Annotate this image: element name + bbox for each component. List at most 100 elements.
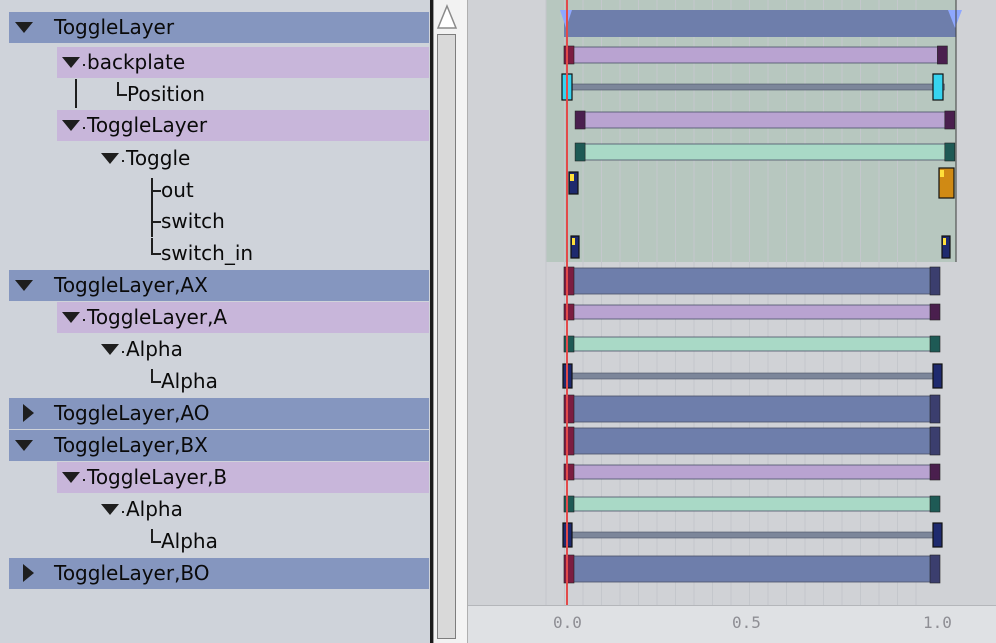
keyframe-value-marker [570,174,574,181]
track-bar [566,464,938,480]
tree-row-label: Alpha [126,497,183,521]
tree-row-label: Position [127,82,205,106]
tree-row-alpha-channel[interactable]: Alpha [9,366,429,397]
tree-row-switch-in[interactable]: switch_in [9,238,429,269]
keyframe-end-handle [929,394,941,424]
track-bar [566,531,938,539]
tree-row-alpha-group[interactable]: Alpha [9,494,429,525]
vertical-scrollbar[interactable] [433,0,460,643]
tree-row-label: ToggleLayer,BX [54,433,208,457]
keyframe-start-handle [563,394,575,424]
tree-row-label: ToggleLayer,BO [54,561,210,585]
expand-arrow-icon[interactable] [62,57,80,68]
tree-row-label: Alpha [161,369,218,393]
tree-connector-dot [122,160,124,162]
tree-row-label: ToggleLayer,AX [54,273,208,297]
tree-row-label: ToggleLayer,B [87,465,228,489]
active-range-region [546,0,956,262]
keyframe-end-handle [944,110,956,130]
keyframe-end-handle [929,463,941,481]
collapse-arrow-icon[interactable] [23,404,34,422]
keyframe-handle [932,73,944,101]
keyframe-end-handle [937,45,948,65]
tree-connector-line [151,238,153,254]
tree-row-label: ToggleLayer,AO [54,401,210,425]
tree-row-togglelayer-bo[interactable]: ToggleLayer,BO [9,558,429,589]
track-bar [577,111,953,129]
tree-row-togglelayer-child[interactable]: ToggleLayer [57,110,429,141]
tree-connector-dot [83,64,85,66]
scroll-thumb[interactable] [437,34,456,639]
tree-row-label: out [161,178,194,202]
tree-row-label: switch_in [161,241,254,265]
keyframe-handle [932,363,943,389]
track-bar [566,46,945,64]
tree-row-label: switch [161,209,225,233]
keyframe-start-handle [563,335,575,353]
tree-connector-line [151,253,161,255]
track-bar [566,267,938,295]
tree-connector-line [151,541,161,543]
tree-row-label: Alpha [126,337,183,361]
tree-row-togglelayer-ax[interactable]: ToggleLayer,AX [9,270,429,301]
keyframe-end-handle [944,142,956,162]
track-bar [566,395,938,423]
expand-arrow-icon[interactable] [101,504,119,515]
tree-row-switch[interactable]: switch [9,206,429,237]
timeline-tracks[interactable] [468,0,996,605]
expand-arrow-icon[interactable] [15,22,33,33]
tree-row-alpha-group[interactable]: Alpha [9,334,429,365]
tree-connector-dot [83,127,85,129]
expand-arrow-icon[interactable] [62,472,80,483]
scroll-up-arrow-icon[interactable] [436,4,458,30]
tree-row-togglelayer-b[interactable]: ToggleLayer,B [57,462,429,493]
keyframe-start-handle [563,45,575,65]
track-bar [566,427,938,455]
expand-arrow-icon[interactable] [15,440,33,451]
expand-arrow-icon[interactable] [62,120,80,131]
tree-row-togglelayer-bx[interactable]: ToggleLayer,BX [9,430,429,461]
keyframe-end-handle [929,554,941,584]
tree-row-backplate[interactable]: backplate [57,47,429,78]
tree-connector-line [117,82,119,94]
tree-row-toggle[interactable]: Toggle [9,143,429,174]
layer-tree-panel: ToggleLayer backplate Position ToggleLay… [0,0,430,643]
keyframe-handle [932,522,943,548]
expand-arrow-icon[interactable] [101,344,119,355]
tree-connector-line [151,369,153,381]
track-bar [566,83,945,91]
editor-window: ToggleLayer backplate Position ToggleLay… [0,0,996,643]
keyframe-start-handle [563,463,575,481]
timeline-panel[interactable]: 0.0 0.5 1.0 [468,0,996,643]
expand-arrow-icon[interactable] [101,153,119,164]
tree-row-label: backplate [87,50,186,74]
tree-row-label: Alpha [161,529,218,553]
track-bar [566,372,938,380]
keyframe-start-handle [574,142,586,162]
tree-row-label: ToggleLayer [54,15,175,39]
keyframe-start-handle [574,110,586,130]
expand-arrow-icon[interactable] [15,280,33,291]
keyframe-value-marker [940,170,944,177]
track-bar [577,143,953,161]
keyframe-value-marker [943,238,946,245]
keyframe-start-handle [563,266,575,296]
tree-connector-dot [83,319,85,321]
tree-connector-dot [122,351,124,353]
splitter-gutter[interactable] [460,0,468,643]
tree-connector-dot [83,479,85,481]
tree-row-label: Toggle [126,146,191,170]
tree-connector-line [151,529,153,541]
ruler-label-0: 0.0 [553,613,582,632]
tree-row-togglelayer[interactable]: ToggleLayer [9,12,429,43]
expand-arrow-icon[interactable] [62,312,80,323]
tree-row-togglelayer-a[interactable]: ToggleLayer,A [57,302,429,333]
collapse-arrow-icon[interactable] [23,564,34,582]
tree-row-label: ToggleLayer,A [87,305,228,329]
tree-row-position[interactable]: Position [9,79,429,110]
tree-row-alpha-channel[interactable]: Alpha [9,526,429,557]
ruler-label-0-5: 0.5 [732,613,761,632]
keyframe-end-handle [929,303,941,321]
tree-row-out[interactable]: out [9,175,429,206]
tree-row-togglelayer-ao[interactable]: ToggleLayer,AO [9,398,429,429]
